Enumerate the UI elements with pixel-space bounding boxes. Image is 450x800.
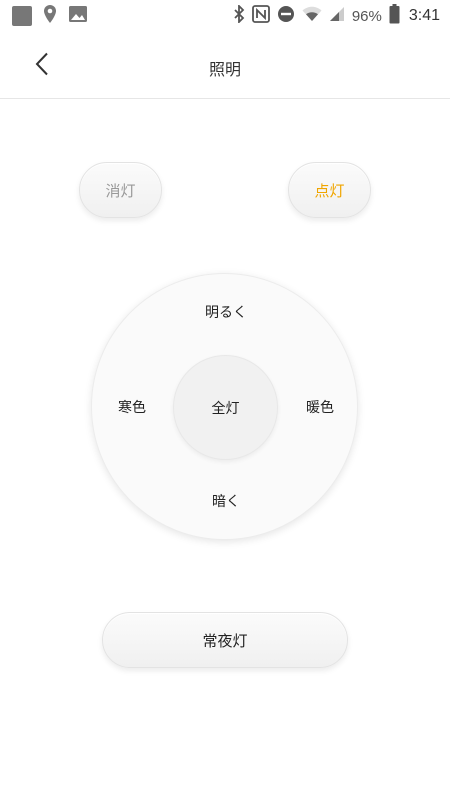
bluetooth-icon [233,3,245,27]
light-control-dial: 明るく 寒色 暖色 暗く 全灯 [91,273,358,540]
page-title: 照明 [208,60,241,79]
image-icon [68,5,88,27]
brighter-button[interactable]: 明るく [176,292,276,332]
full-light-button[interactable]: 全灯 [173,355,278,460]
wifi-icon [302,6,322,26]
location-icon [42,4,58,28]
dimmer-button[interactable]: 暗く [176,481,276,521]
battery-icon [389,4,400,28]
warm-color-button[interactable]: 暖色 [290,387,350,427]
status-right: 96% 3:41 [233,3,440,28]
night-light-button[interactable]: 常夜灯 [102,612,348,668]
battery-percent: 96% [351,7,382,25]
signal-icon [329,6,345,26]
do-not-disturb-icon [277,5,295,27]
app-notification-icon [12,6,32,26]
status-left [12,4,88,28]
lights-off-button[interactable]: 消灯 [79,162,162,218]
cool-color-button[interactable]: 寒色 [102,387,162,427]
lights-on-button[interactable]: 点灯 [288,162,371,218]
nfc-icon [251,5,270,27]
app-header: 照明 [0,32,450,99]
clock: 3:41 [408,7,440,24]
status-bar: 96% 3:41 [0,0,450,32]
